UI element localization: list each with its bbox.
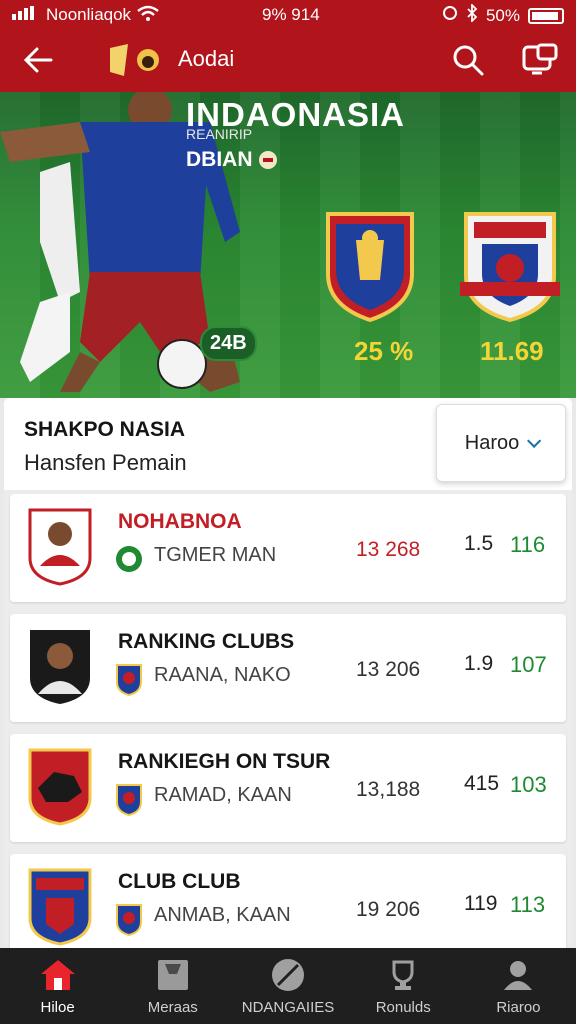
search-icon: [453, 45, 484, 76]
chevron-down-icon: [527, 433, 542, 448]
panel-subtitle: Hansfen Pemain: [24, 450, 187, 475]
search-button[interactable]: [448, 40, 488, 80]
brand-logo: [110, 42, 164, 78]
club-icon: [116, 904, 142, 936]
club-crest-right[interactable]: [458, 210, 562, 322]
panel-title: SHAKPO NASIA: [24, 418, 186, 441]
wifi-icon: [137, 5, 159, 26]
nav-results[interactable]: Ronulds: [346, 948, 461, 1024]
flag-icon: [258, 151, 277, 169]
trophy-icon: [383, 957, 423, 993]
nav-label: Riaroo: [496, 998, 541, 1016]
item-value: 13 268: [356, 538, 421, 561]
club-logo: [28, 868, 92, 946]
status-center: 9% 914: [262, 5, 320, 24]
item-value: 19 206: [356, 898, 421, 921]
item-score: 113: [510, 892, 546, 917]
club-crest-left[interactable]: [322, 210, 418, 322]
item-title: RANKIEGH ON TSUR: [118, 750, 331, 773]
item-subtitle: RAANA, NAKO: [154, 664, 291, 686]
bluetooth-icon: [466, 2, 478, 27]
item-stat: 1.9: [464, 652, 494, 675]
list-item[interactable]: RANKIEGH ON TSUR RAMAD, KAAN 13,188 415 …: [10, 734, 566, 842]
filter-label: Haroo: [464, 431, 520, 454]
nav-label: Ronulds: [375, 998, 431, 1016]
hero-subtitle: REANIRIP: [186, 126, 253, 142]
item-stat: 119: [464, 892, 498, 915]
back-arrow-icon: [23, 47, 53, 73]
home-icon: [38, 957, 78, 993]
transfer-panel: SHAKPO NASIA Hansfen Pemain Haroo NOHABN…: [4, 398, 572, 962]
back-button[interactable]: [18, 40, 58, 80]
jersey-icon: [153, 957, 193, 993]
item-stat: 1.5: [464, 532, 494, 555]
item-score: 116: [510, 532, 546, 557]
menu-icon: [522, 43, 558, 75]
item-score: 107: [510, 652, 547, 677]
nav-home[interactable]: Hiloe: [0, 948, 115, 1024]
menu-button[interactable]: [518, 40, 562, 80]
nav-matches[interactable]: Meraas: [115, 948, 230, 1024]
hero-tag: DBIAN: [186, 148, 277, 172]
item-subtitle: TGMER MAN: [154, 544, 277, 566]
item-subtitle: ANMAB, KAAN: [154, 904, 291, 926]
item-score: 103: [510, 772, 547, 797]
club-icon: [116, 546, 142, 572]
nav-label: Hiloe: [40, 998, 75, 1016]
ball-icon: [268, 957, 308, 993]
signal-icon: [12, 5, 40, 25]
panel-header: SHAKPO NASIA Hansfen Pemain Haroo: [4, 398, 572, 490]
item-title: RANKING CLUBS: [118, 630, 295, 653]
filter-dropdown[interactable]: Haroo: [436, 404, 566, 482]
stat-right: 11.69: [480, 336, 544, 366]
list-item[interactable]: CLUB CLUB ANMAB, KAAN 19 206 119 113: [10, 854, 566, 962]
battery-percent: 50%: [485, 5, 520, 25]
nav-standings[interactable]: NDANGAIIES: [230, 948, 345, 1024]
list-item[interactable]: RANKING CLUBS RAANA, NAKO 13 206 1.9 107: [10, 614, 566, 722]
battery-icon: [528, 7, 564, 24]
bottom-nav: Hiloe Meraas NDANGAIIES Ronulds Riaroo: [0, 948, 576, 1024]
hero-banner[interactable]: INDAONASIA REANIRIP DBIAN 24B 25 % 11.69: [0, 92, 576, 398]
nav-profile[interactable]: Riaroo: [461, 948, 576, 1024]
club-icon: [116, 664, 142, 696]
profile-icon: [498, 957, 538, 993]
item-value: 13 206: [356, 658, 421, 681]
player-avatar: [28, 508, 92, 586]
nav-label: NDANGAIIES: [241, 998, 335, 1016]
alarm-icon: [442, 5, 458, 26]
item-stat: 415: [464, 772, 500, 795]
app-bar: Aodai: [0, 30, 576, 92]
ranking-list: NOHABNOA TGMER MAN 13 268 1.5 116 RANKIN…: [10, 494, 566, 974]
nav-label: Meraas: [147, 998, 198, 1016]
item-value: 13,188: [356, 778, 421, 801]
item-title: CLUB CLUB: [118, 870, 241, 893]
player-avatar: [30, 630, 90, 704]
item-title: NOHABNOA: [118, 510, 242, 533]
club-logo: [28, 748, 92, 826]
list-item[interactable]: NOHABNOA TGMER MAN 13 268 1.5 116: [10, 494, 566, 602]
stat-left: 25 %: [354, 336, 414, 366]
app-title: Aodai: [178, 46, 235, 71]
carrier-label: Noonliaqok: [46, 5, 132, 24]
club-icon: [116, 784, 142, 816]
status-bar: Noonliaqok 9% 914 50%: [0, 0, 576, 30]
item-subtitle: RAMAD, KAAN: [154, 784, 292, 806]
score-badge: 24B: [200, 326, 257, 361]
hero-tag-label: DBIAN: [186, 148, 253, 171]
